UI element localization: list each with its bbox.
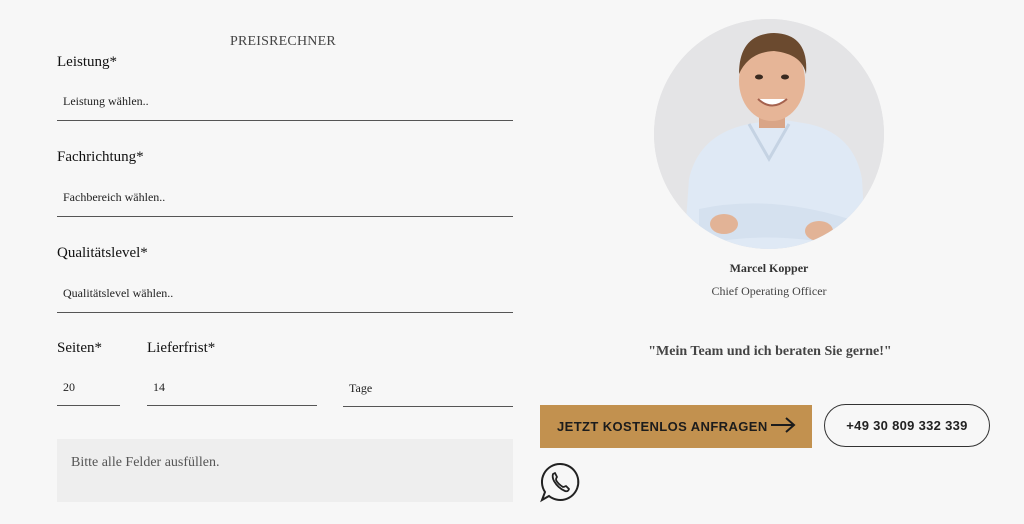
- quality-select-value: Qualitätslevel wählen..: [63, 286, 174, 300]
- quality-select[interactable]: Qualitätslevel wählen..: [57, 275, 513, 313]
- deadline-value: 14: [153, 380, 165, 394]
- calculator-title: PREISRECHNER: [230, 34, 336, 49]
- quality-label: Qualitätslevel*: [57, 245, 148, 261]
- arrow-right-icon: [770, 417, 796, 436]
- pages-label: Seiten*: [57, 340, 102, 356]
- request-button-label: JETZT KOSTENLOS ANFRAGEN: [557, 419, 768, 434]
- whatsapp-icon[interactable]: [539, 461, 581, 503]
- field-select-value: Fachbereich wählen..: [63, 190, 166, 204]
- avatar: [654, 19, 884, 249]
- deadline-unit-field: Tage: [343, 371, 513, 407]
- status-message-text: Bitte alle Felder ausfüllen.: [71, 455, 220, 470]
- request-button[interactable]: JETZT KOSTENLOS ANFRAGEN: [540, 405, 812, 448]
- phone-button[interactable]: +49 30 809 332 339: [824, 404, 990, 447]
- service-label: Leistung*: [57, 54, 117, 70]
- person-role: Chief Operating Officer: [711, 284, 827, 298]
- person-name: Marcel Kopper: [729, 261, 809, 275]
- field-select[interactable]: Fachbereich wählen..: [57, 179, 513, 217]
- field-label: Fachrichtung*: [57, 149, 144, 165]
- service-select[interactable]: Leistung wählen..: [57, 83, 513, 121]
- deadline-unit: Tage: [349, 381, 373, 395]
- quote-text: "Mein Team und ich beraten Sie gerne!": [648, 344, 892, 359]
- service-select-value: Leistung wählen..: [63, 94, 149, 108]
- pages-value: 20: [63, 380, 75, 394]
- phone-number: +49 30 809 332 339: [846, 418, 968, 433]
- avatar-portrait: [654, 19, 884, 249]
- deadline-label: Lieferfrist*: [147, 340, 216, 356]
- pages-input[interactable]: 20: [57, 370, 120, 406]
- deadline-input[interactable]: 14: [147, 370, 317, 406]
- status-message: Bitte alle Felder ausfüllen.: [57, 439, 513, 502]
